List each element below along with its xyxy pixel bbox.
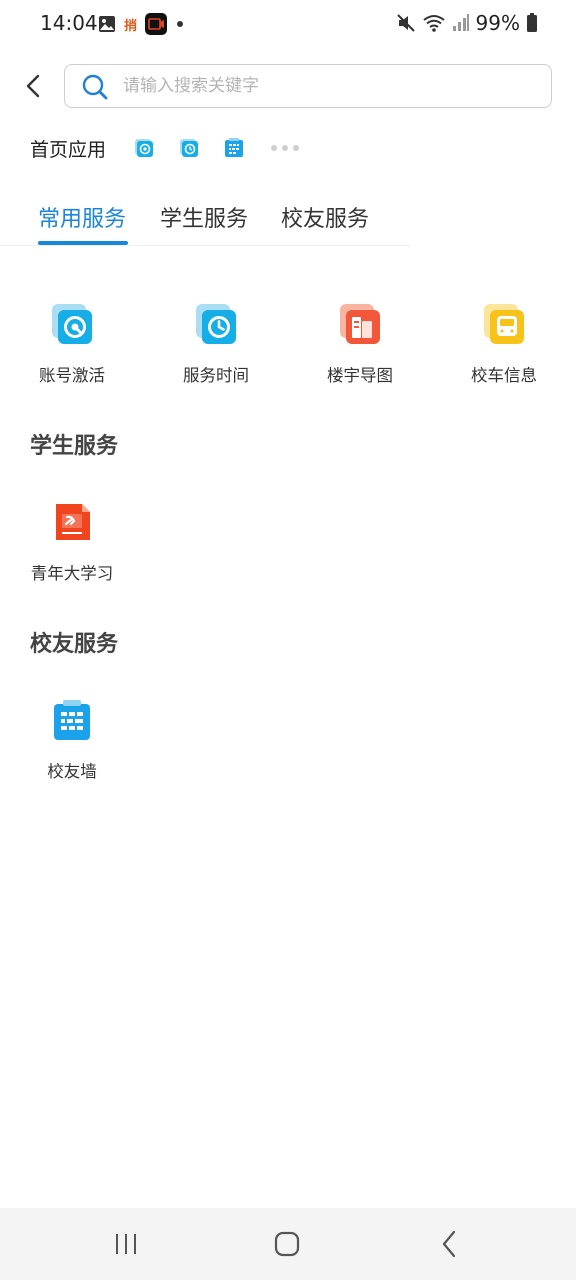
status-notification-icons: 捎	[98, 13, 185, 35]
system-navigation-bar	[0, 1208, 576, 1280]
wifi-icon	[422, 15, 445, 32]
dot-icon	[177, 21, 184, 27]
service-time-icon	[196, 304, 236, 344]
gallery-icon	[99, 16, 115, 32]
search-icon	[82, 74, 108, 100]
search-box[interactable]	[64, 64, 552, 108]
battery-icon	[527, 13, 537, 32]
screen-recorder-icon	[145, 13, 168, 35]
service-label: 楼宇导图	[327, 366, 393, 385]
home-apps-row[interactable]: 首页应用	[30, 132, 300, 164]
service-item-youth-study[interactable]: 青年大学习	[12, 500, 132, 584]
service-item-account-activation[interactable]: 账号激活	[12, 302, 132, 386]
home-button[interactable]	[267, 1226, 307, 1262]
account-activation-icon[interactable]	[134, 138, 154, 158]
section-title-student-services: 学生服务	[30, 434, 119, 459]
signal-icon	[452, 14, 469, 31]
alumni-wall-icon[interactable]	[224, 138, 244, 158]
status-time: 14:04	[40, 11, 98, 35]
building-map-icon	[340, 304, 380, 344]
section-title-alumni-services: 校友服务	[30, 632, 119, 657]
service-item-school-bus[interactable]: 校车信息	[444, 302, 564, 386]
system-back-button[interactable]	[429, 1226, 469, 1262]
service-item-service-time[interactable]: 服务时间	[156, 302, 276, 386]
status-bar: 14:04 捎 99%	[0, 0, 576, 48]
school-bus-icon	[484, 304, 524, 344]
active-tab-indicator	[38, 241, 128, 245]
service-tabs: 常用服务 学生服务 校友服务	[0, 188, 410, 246]
home-icon	[274, 1231, 300, 1257]
battery-percent: 99%	[475, 11, 520, 35]
service-time-icon[interactable]	[179, 138, 199, 158]
tab-alumni-services[interactable]: 校友服务	[281, 201, 369, 233]
service-label: 校友墙	[47, 762, 97, 781]
search-input[interactable]	[123, 65, 533, 106]
back-button[interactable]	[18, 70, 48, 102]
chevron-left-icon	[26, 74, 40, 98]
mute-icon	[396, 14, 415, 32]
alumni-wall-icon	[54, 700, 90, 740]
status-system-icons: 99%	[396, 11, 538, 35]
tab-common-services[interactable]: 常用服务	[38, 201, 126, 233]
service-item-building-map[interactable]: 楼宇导图	[300, 302, 420, 386]
service-item-alumni-wall[interactable]: 校友墙	[12, 698, 132, 782]
tab-student-services[interactable]: 学生服务	[160, 201, 248, 233]
home-apps-label: 首页应用	[30, 138, 107, 161]
service-label: 校车信息	[471, 366, 537, 385]
service-label: 服务时间	[183, 366, 249, 385]
youth-study-icon	[56, 504, 90, 540]
service-label: 青年大学习	[30, 564, 114, 583]
back-arrow-icon	[442, 1230, 456, 1258]
account-activation-icon	[52, 304, 92, 344]
app-notification-icon: 捎	[124, 18, 138, 34]
recent-apps-button[interactable]	[106, 1226, 146, 1262]
recent-apps-icon	[116, 1234, 136, 1254]
service-label: 账号激活	[39, 366, 105, 385]
more-dots-icon[interactable]	[271, 145, 300, 151]
